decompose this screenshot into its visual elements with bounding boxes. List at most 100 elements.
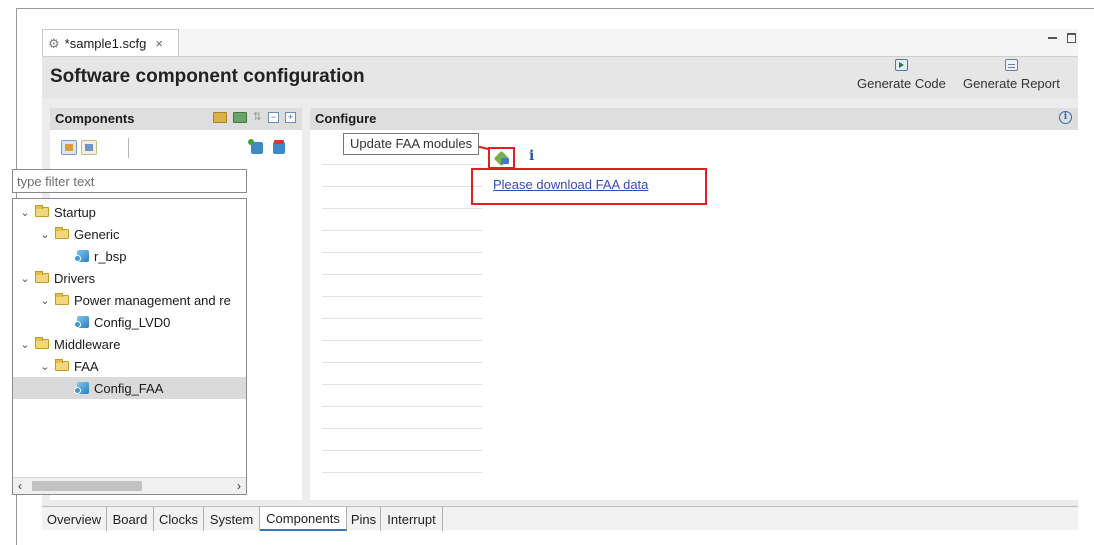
frame-border-top: [16, 8, 1094, 9]
components-panel-header: Components ⇅ − +: [50, 108, 302, 130]
tree-item-label: FAA: [74, 358, 99, 374]
chevron-down-icon[interactable]: ⌄: [39, 360, 51, 373]
chevron-down-icon[interactable]: ⌄: [19, 272, 31, 285]
remove-component-icon[interactable]: [273, 140, 285, 154]
tab-pins[interactable]: Pins: [347, 507, 381, 531]
grid-line: [322, 450, 482, 451]
grid-line: [322, 296, 482, 297]
sort-icon[interactable]: ⇅: [253, 112, 262, 123]
close-icon[interactable]: ×: [155, 36, 163, 51]
tree-item-startup[interactable]: ⌄ Startup: [13, 201, 246, 223]
toolbar-separator: [128, 138, 129, 158]
info-circle-icon[interactable]: i: [1059, 111, 1072, 124]
tree-item-label: r_bsp: [94, 248, 127, 264]
grid-line: [322, 208, 482, 209]
generate-report-icon: [1004, 59, 1018, 71]
tree-item-r-bsp[interactable]: r_bsp: [13, 245, 246, 267]
tree-item-label: Middleware: [54, 336, 121, 352]
tree-item-generic[interactable]: ⌄ Generic: [13, 223, 246, 245]
tree-item-label: Generic: [74, 226, 120, 242]
tab-system[interactable]: System: [204, 507, 260, 531]
grid-line: [322, 340, 482, 341]
tree-item-power-management[interactable]: ⌄ Power management and re: [13, 289, 246, 311]
update-faa-icon-overlay: [501, 158, 509, 164]
update-faa-tooltip: Update FAA modules: [343, 133, 480, 155]
tab-clocks[interactable]: Clocks: [154, 507, 204, 531]
page-title: Software component configuration: [50, 66, 365, 87]
component-icon: [74, 250, 89, 262]
minimize-icon[interactable]: [1048, 37, 1057, 39]
gear-icon: ⚙: [48, 35, 60, 51]
generate-code-button[interactable]: Generate Code: [857, 59, 946, 91]
tree-item-config-faa[interactable]: Config_FAA: [13, 377, 246, 399]
hierarchy-view-icon[interactable]: [81, 140, 97, 155]
folder-icon: [35, 271, 49, 283]
grid-line: [322, 318, 482, 319]
folder-icon: [35, 337, 49, 349]
bottom-tab-bar: Overview Board Clocks System Components …: [42, 506, 1078, 531]
components-view-toolbar: [55, 138, 295, 160]
tab-overview[interactable]: Overview: [42, 507, 107, 531]
scrollbar-thumb[interactable]: [32, 481, 142, 491]
tree-item-config-lvd0[interactable]: Config_LVD0: [13, 311, 246, 333]
info-icon[interactable]: i: [529, 148, 534, 164]
configure-panel: Configure i Update FAA modules i Please …: [310, 108, 1078, 500]
expand-all-icon[interactable]: +: [285, 112, 296, 123]
export-component-icon[interactable]: [232, 112, 247, 123]
update-faa-button[interactable]: [488, 147, 515, 169]
tree-item-drivers[interactable]: ⌄ Drivers: [13, 267, 246, 289]
folder-icon: [35, 205, 49, 217]
folder-icon: [55, 359, 69, 371]
grid-line: [322, 472, 482, 473]
editor-tab-strip: ⚙ *sample1.scfg ×: [42, 29, 1078, 56]
add-component-icon[interactable]: [248, 139, 263, 154]
tree-item-label: Config_FAA: [94, 380, 164, 396]
filter-input[interactable]: [12, 169, 247, 193]
generate-code-label: Generate Code: [857, 76, 946, 91]
import-component-icon[interactable]: [212, 112, 227, 123]
scroll-right-icon[interactable]: ›: [237, 479, 241, 493]
tree-item-label: Config_LVD0: [94, 314, 171, 330]
tree-item-label: Drivers: [54, 270, 96, 286]
tab-components[interactable]: Components: [260, 507, 347, 531]
chevron-down-icon[interactable]: ⌄: [39, 228, 51, 241]
component-icon: [74, 382, 89, 394]
chevron-down-icon[interactable]: ⌄: [19, 206, 31, 219]
editor-tab-sample1[interactable]: ⚙ *sample1.scfg ×: [42, 29, 179, 56]
configure-panel-header: Configure i: [310, 108, 1078, 130]
generate-report-button[interactable]: Generate Report: [963, 59, 1060, 91]
grid-line: [322, 274, 482, 275]
tab-interrupt[interactable]: Interrupt: [381, 507, 443, 531]
chevron-down-icon[interactable]: ⌄: [39, 294, 51, 307]
category-view-icon[interactable]: [61, 140, 77, 155]
generate-code-icon: [894, 59, 908, 71]
folder-icon: [55, 227, 69, 239]
tree-item-label: Startup: [54, 204, 96, 220]
grid-line: [322, 384, 482, 385]
tree-item-faa[interactable]: ⌄ FAA: [13, 355, 246, 377]
grid-line: [322, 186, 482, 187]
component-icon: [74, 316, 89, 328]
scroll-left-icon[interactable]: ‹: [18, 479, 22, 493]
component-tree: ⌄ Startup ⌄ Generic r_bsp ⌄ Drivers ⌄ Po…: [12, 198, 247, 495]
grid-line: [322, 362, 482, 363]
editor-header: Software component configuration Generat…: [42, 56, 1078, 98]
grid-line: [322, 230, 482, 231]
window-controls: [1048, 31, 1076, 43]
grid-line: [322, 406, 482, 407]
components-panel-title: Components: [55, 111, 135, 126]
chevron-down-icon[interactable]: ⌄: [19, 338, 31, 351]
download-faa-link[interactable]: Please download FAA data: [493, 177, 648, 192]
tree-item-middleware[interactable]: ⌄ Middleware: [13, 333, 246, 355]
configure-panel-title: Configure: [315, 111, 377, 126]
grid-line: [322, 252, 482, 253]
grid-line: [322, 428, 482, 429]
maximize-icon[interactable]: [1067, 33, 1076, 43]
editor-tab-title: *sample1.scfg: [64, 35, 147, 51]
tab-board[interactable]: Board: [107, 507, 154, 531]
horizontal-scrollbar[interactable]: ‹ ›: [13, 477, 246, 494]
folder-icon: [55, 293, 69, 305]
tree-item-label: Power management and re: [74, 292, 231, 308]
collapse-all-icon[interactable]: −: [268, 112, 279, 123]
generate-report-label: Generate Report: [963, 76, 1060, 91]
